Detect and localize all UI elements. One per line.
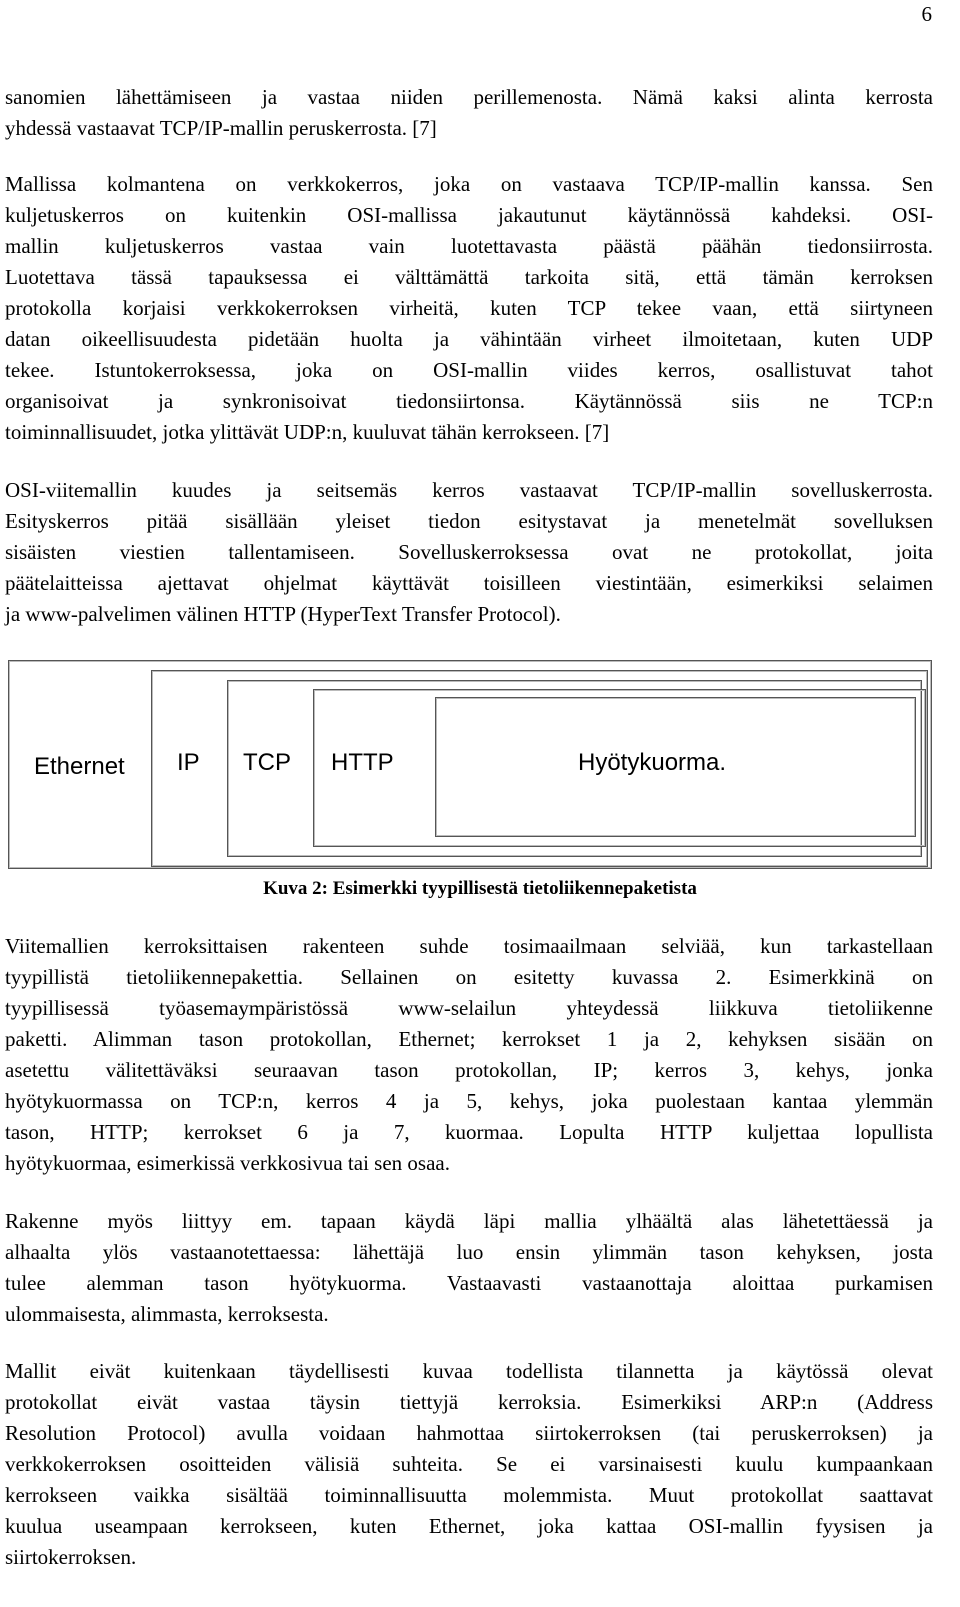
payload-label: Hyötykuorma. xyxy=(578,749,727,776)
text-line: tulee alemman tason hyötykuorma. Vastaav… xyxy=(5,1271,933,1295)
text-line: kuulua useampaan kerrokseen, kuten Ether… xyxy=(5,1514,933,1538)
text-line: Esityskerros pitää sisällään yleiset tie… xyxy=(5,509,933,533)
text-line: Resolution Protocol) avulla voidaan hahm… xyxy=(5,1421,933,1445)
ip-label: IP xyxy=(177,749,200,776)
text-line: kuljetuskerros on kuitenkin OSI-mallissa… xyxy=(5,203,933,227)
text-line: alhaalta ylös vastaanotettaessa: lähettä… xyxy=(5,1240,933,1264)
text-line: tason, HTTP; kerrokset 6 ja 7, kuormaa. … xyxy=(5,1120,933,1144)
text-line: siirtokerroksen. xyxy=(5,1545,137,1569)
text-line: ulommaisesta, alimmasta, kerroksesta. xyxy=(5,1302,329,1326)
text-line: organisoivat ja synkronisoivat tiedonsii… xyxy=(5,389,933,413)
text-line: tekee. Istuntokerroksessa, joka on OSI-m… xyxy=(5,358,933,382)
text-line: datan oikeellisuudesta pidetään huolta j… xyxy=(5,327,933,351)
paragraph: sanomien lähettämiseen ja vastaa niiden … xyxy=(5,82,933,144)
text-line: Viitemallien kerroksittaisen rakenteen s… xyxy=(5,934,933,958)
text-line: asetettu välitettäväksi seuraavan tason … xyxy=(5,1058,933,1082)
text-line: kerrokseen vaikka sisältää toiminnallisu… xyxy=(5,1483,933,1507)
http-label: HTTP xyxy=(331,749,394,776)
text-line: paketti. Alimman tason protokollan, Ethe… xyxy=(5,1027,933,1051)
text-line: protokollat eivät vastaa täysin tiettyjä… xyxy=(5,1390,933,1414)
text-line: tyypillistä tietoliikennepakettia. Sella… xyxy=(5,965,933,989)
text-line: protokolla korjaisi verkkokerroksen virh… xyxy=(5,296,933,320)
figure-caption: Kuva 2: Esimerkki tyypillisestä tietolii… xyxy=(263,878,697,899)
text-line: Rakenne myös liittyy em. tapaan käydä lä… xyxy=(5,1209,933,1233)
page-number: 6 xyxy=(921,2,933,26)
text-line: sisäisten viestien tallentamiseen. Sovel… xyxy=(5,540,933,564)
text-line: Luotettava tässä tapauksessa ei välttämä… xyxy=(5,265,933,289)
text-line: hyötykuormaa, esimerkissä verkkosivua ta… xyxy=(5,1151,450,1175)
tcp-label: TCP xyxy=(243,749,291,776)
text-line: ja www-palvelimen välinen HTTP (HyperTex… xyxy=(5,602,561,626)
paragraph: Mallit eivät kuitenkaan täydellisesti ku… xyxy=(5,1356,933,1573)
text-line: verkkokerroksen osoitteiden välisiä suht… xyxy=(5,1452,933,1476)
text-line: yhdessä vastaavat TCP/IP-mallin perusker… xyxy=(5,116,437,140)
paragraph: Rakenne myös liittyy em. tapaan käydä lä… xyxy=(5,1206,933,1330)
text-line: Mallit eivät kuitenkaan täydellisesti ku… xyxy=(5,1359,933,1383)
text-line: päätelaitteissa ajettavat ohjelmat käytt… xyxy=(5,571,933,595)
text-line: Mallissa kolmantena on verkkokerros, jok… xyxy=(5,172,933,196)
text-line: tyypillisessä työasemaympäristössä www-s… xyxy=(5,996,933,1020)
text-line: OSI-viitemallin kuudes ja seitsemäs kerr… xyxy=(5,478,933,502)
paragraph: Mallissa kolmantena on verkkokerros, jok… xyxy=(5,169,933,448)
text-line: mallin kuljetuskerros vastaa vain luotet… xyxy=(5,234,933,258)
ethernet-label: Ethernet xyxy=(34,753,125,780)
text-line: toiminnallisuudet, jotka ylittävät UDP:n… xyxy=(5,420,610,444)
text-line: hyötykuormassa on TCP:n, kerros 4 ja 5, … xyxy=(5,1089,933,1113)
paragraph: Viitemallien kerroksittaisen rakenteen s… xyxy=(5,931,933,1179)
paragraph: OSI-viitemallin kuudes ja seitsemäs kerr… xyxy=(5,475,933,630)
text-line: sanomien lähettämiseen ja vastaa niiden … xyxy=(5,85,933,109)
